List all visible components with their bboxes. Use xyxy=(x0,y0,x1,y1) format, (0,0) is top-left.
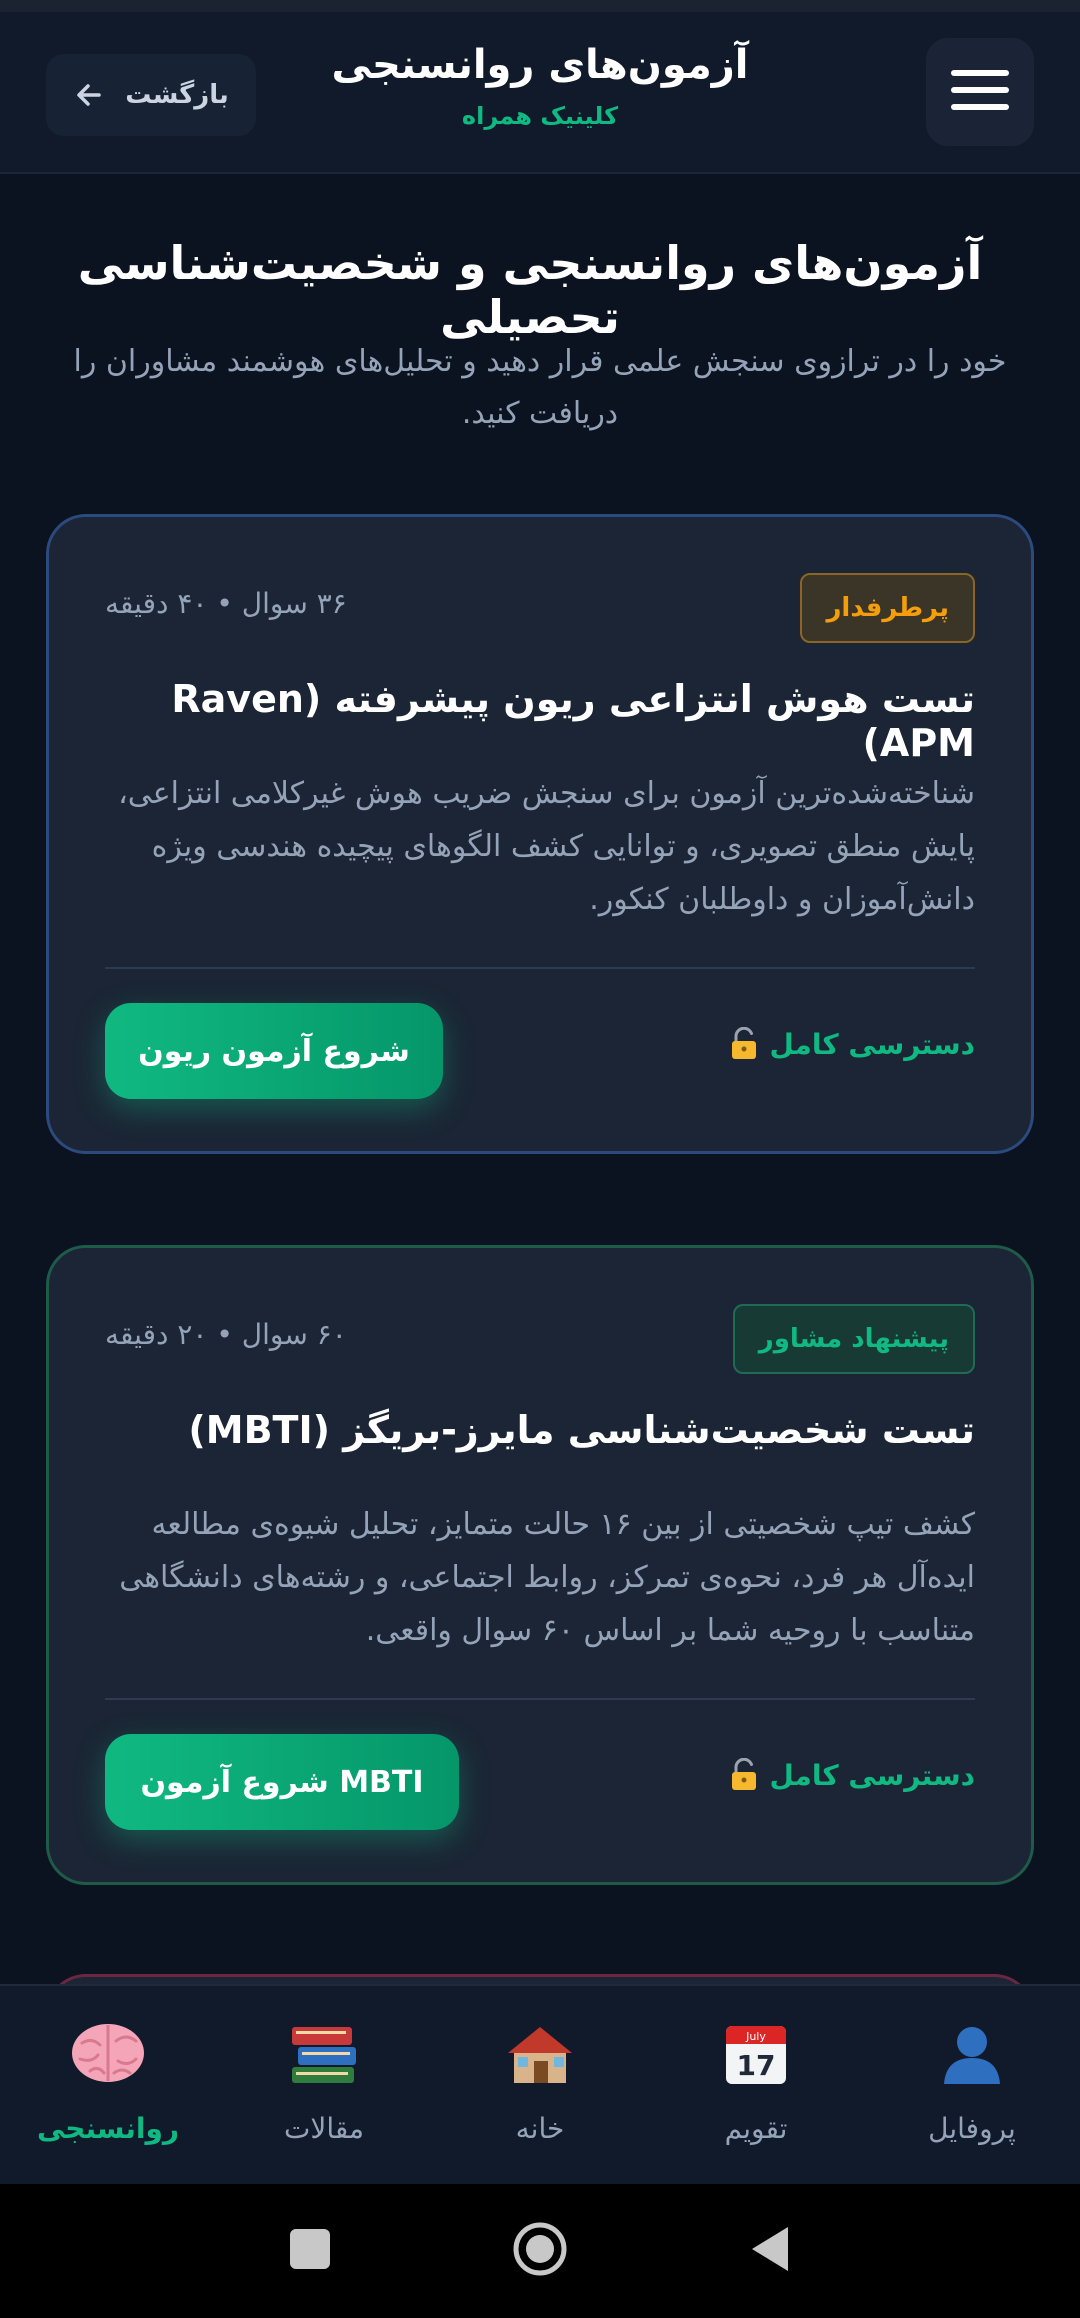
access-label: دسترسی کامل xyxy=(769,1758,976,1792)
test-description: کشف تیپ شخصیتی از بین ۱۶ حالت متمایز، تح… xyxy=(119,1507,975,1648)
page-title: آزمون‌های روانسنجی و شخصیت‌شناسی تحصیلی xyxy=(77,236,983,344)
user-icon xyxy=(932,2014,1012,2094)
bottom-navigation: روانسنجی مقالات خانه July 17 تقویم پروفا… xyxy=(0,1984,1080,2184)
popular-badge: پرطرفدار xyxy=(800,573,975,643)
start-raven-button[interactable]: شروع آزمون ریون xyxy=(105,1003,443,1099)
test-meta: ۳۶ سوال • ۴۰ دقیقه xyxy=(105,587,347,620)
nav-label: تقویم xyxy=(724,2112,788,2145)
back-label: بازگشت xyxy=(125,80,229,110)
test-description: شناخته‌شده‌ترین آزمون برای سنجش ضریب هوش… xyxy=(118,776,975,917)
nav-item-profile[interactable]: پروفایل xyxy=(864,1986,1080,2184)
nav-item-psychometrics[interactable]: روانسنجی xyxy=(0,1986,216,2184)
unlock-icon xyxy=(730,1027,758,1061)
test-card-mbti: پیشنهاد مشاور ۶۰ سوال • ۲۰ دقیقه تست شخص… xyxy=(46,1245,1034,1885)
nav-label: پروفایل xyxy=(928,2112,1016,2145)
calendar-day: 17 xyxy=(737,2049,776,2082)
start-mbti-button[interactable]: شروع آزمون MBTI xyxy=(105,1734,459,1830)
nav-label: روانسنجی xyxy=(36,2112,180,2145)
brain-icon xyxy=(68,2014,148,2094)
app-header: بازگشت آزمون‌های روانسنجی کلینیک همراه xyxy=(0,12,1080,174)
page-description: خود را در ترازوی سنجش علمی قرار دهید و ت… xyxy=(73,344,1007,431)
nav-label: مقالات xyxy=(283,2112,365,2145)
hamburger-icon xyxy=(951,68,1009,116)
access-label: دسترسی کامل xyxy=(769,1027,976,1061)
calendar-month: July xyxy=(745,2030,766,2043)
system-navigation-bar xyxy=(0,2184,1080,2318)
access-status: دسترسی کامل xyxy=(730,1027,976,1061)
test-title: تست هوش انتزاعی ریون پیشرفته (Raven APM) xyxy=(171,677,975,765)
nav-item-articles[interactable]: مقالات xyxy=(216,1986,432,2184)
access-status: دسترسی کامل xyxy=(730,1758,976,1792)
test-card-raven: پرطرفدار ۳۶ سوال • ۴۰ دقیقه تست هوش انتز… xyxy=(46,514,1034,1154)
house-icon xyxy=(500,2014,580,2094)
recents-icon[interactable] xyxy=(288,2227,332,2275)
test-card-partial xyxy=(46,1974,1034,1984)
back-button[interactable]: بازگشت xyxy=(46,54,256,136)
back-triangle-icon[interactable] xyxy=(748,2225,792,2277)
menu-button[interactable] xyxy=(926,38,1034,146)
test-meta: ۶۰ سوال • ۲۰ دقیقه xyxy=(105,1318,347,1351)
recommended-badge: پیشنهاد مشاور xyxy=(732,1304,975,1374)
status-bar xyxy=(0,0,1080,12)
test-title: تست شخصیت‌شناسی مایرز-بریگز (MBTI) xyxy=(188,1408,975,1452)
books-icon xyxy=(284,2014,364,2094)
arrow-left-icon xyxy=(73,79,105,111)
card-divider xyxy=(105,1698,975,1700)
calendar-icon: July 17 xyxy=(716,2014,796,2094)
nav-item-home[interactable]: خانه xyxy=(432,1986,648,2184)
unlock-icon xyxy=(730,1758,758,1792)
header-title-group: آزمون‌های روانسنجی کلینیک همراه xyxy=(300,42,780,130)
clinic-name: کلینیک همراه xyxy=(461,102,619,130)
nav-item-calendar[interactable]: July 17 تقویم xyxy=(648,1986,864,2184)
main-content: آزمون‌های روانسنجی و شخصیت‌شناسی تحصیلی … xyxy=(0,174,1080,1984)
app-title: آزمون‌های روانسنجی xyxy=(331,42,749,88)
nav-label: خانه xyxy=(515,2112,565,2145)
home-circle-icon[interactable] xyxy=(512,2221,568,2281)
card-divider xyxy=(105,967,975,969)
